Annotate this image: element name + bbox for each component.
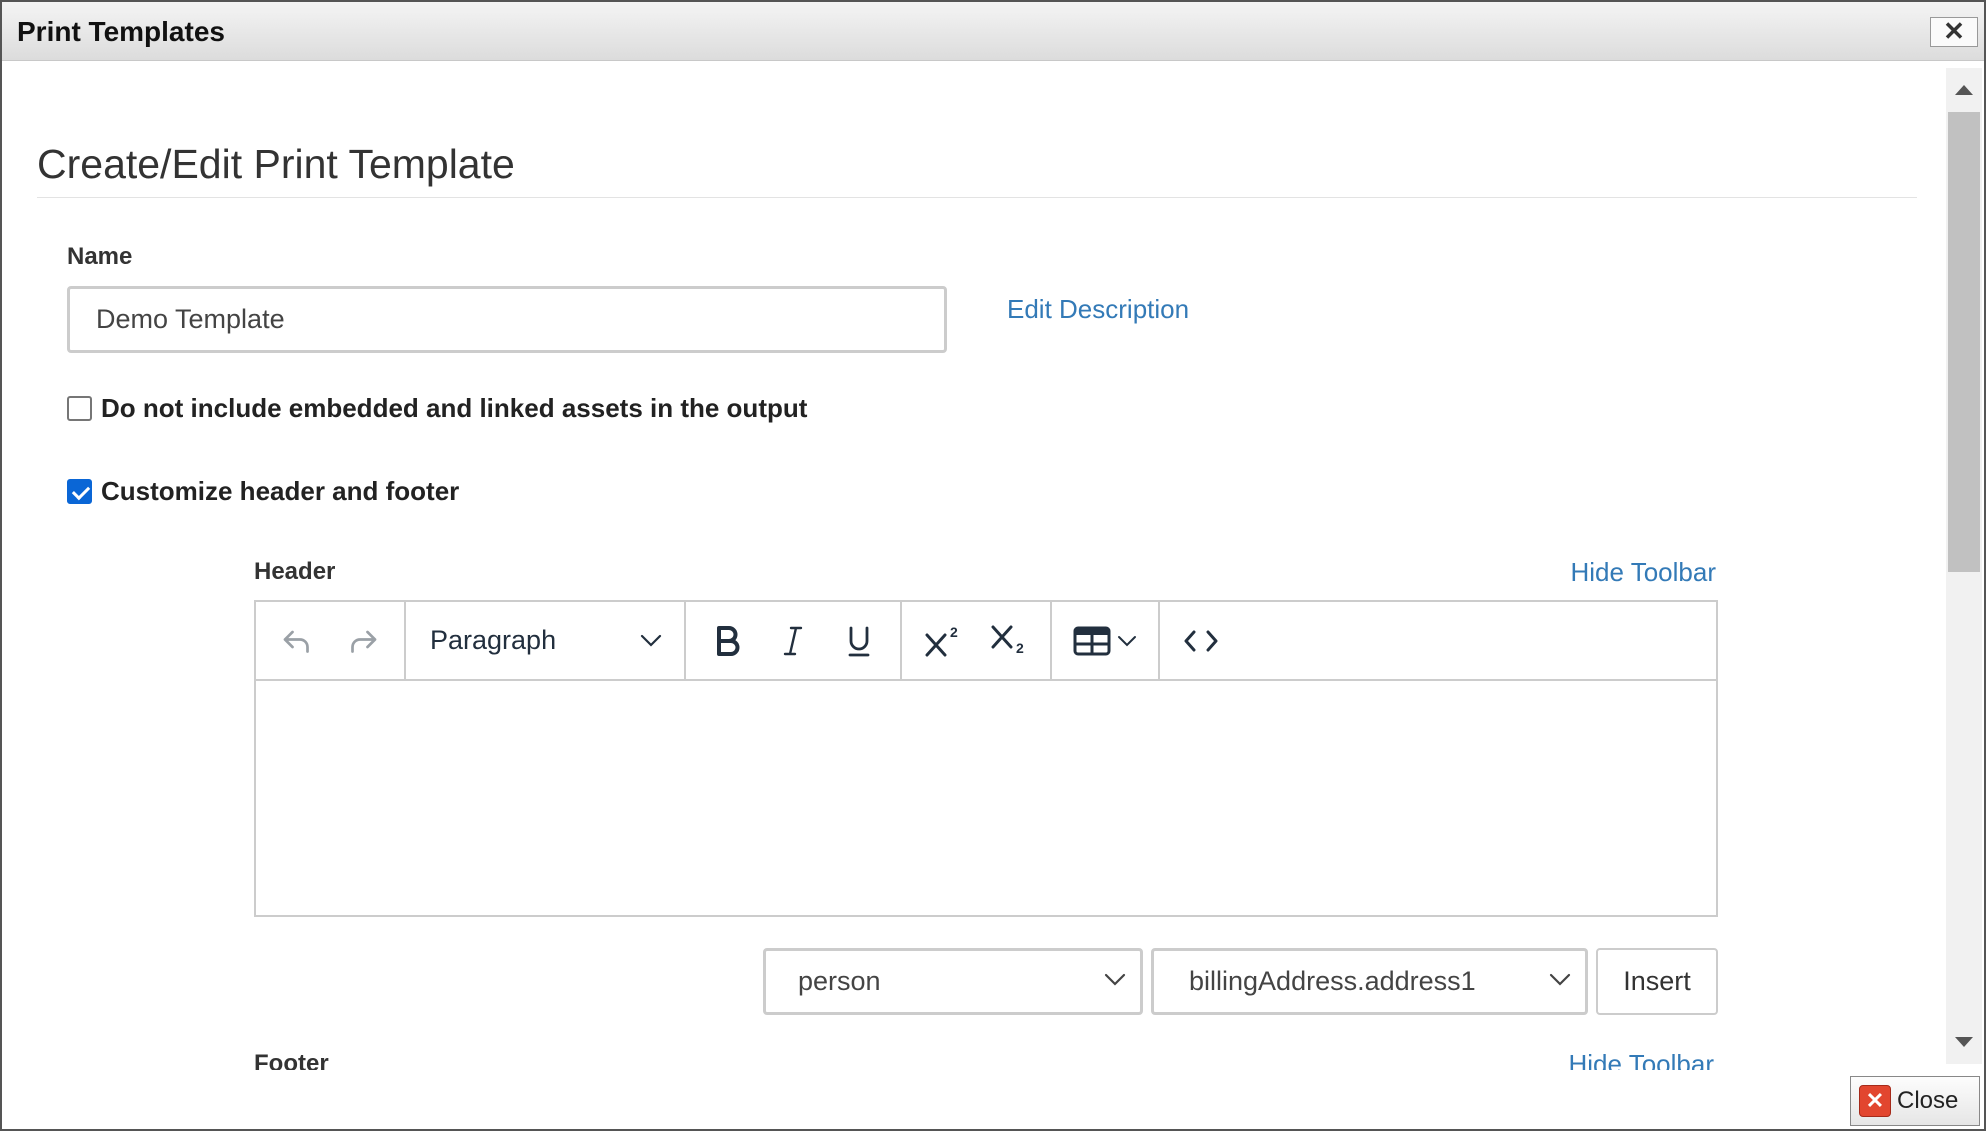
vertical-scrollbar[interactable] — [1946, 68, 1982, 1064]
insert-button[interactable]: Insert — [1596, 948, 1718, 1015]
scrollbar-thumb[interactable] — [1948, 112, 1980, 572]
field-select[interactable]: billingAddress.address1 — [1151, 948, 1588, 1015]
table-group — [1052, 602, 1160, 679]
page-title: Create/Edit Print Template — [37, 141, 515, 187]
name-input[interactable] — [67, 286, 947, 353]
source-code-icon[interactable] — [1168, 611, 1234, 671]
dialog-titlebar: Print Templates ✕ — [2, 2, 1984, 61]
footer-section-clip: Footer Hide Toolbar — [2, 1042, 1942, 1070]
header-section-label: Header — [254, 558, 336, 585]
text-style-group — [686, 602, 902, 679]
superscript-icon[interactable]: 2 — [910, 611, 976, 671]
dialog-title: Print Templates — [17, 16, 225, 47]
scroll-down-arrow-icon[interactable] — [1946, 1020, 1982, 1064]
code-group — [1160, 602, 1242, 679]
footer-section-label: Footer — [254, 1050, 329, 1070]
table-icon[interactable] — [1060, 611, 1150, 671]
close-button-label: Close — [1897, 1087, 1959, 1114]
exclude-assets-option[interactable]: Do not include embedded and linked asset… — [67, 393, 807, 424]
close-icon: ✕ — [1859, 1085, 1891, 1117]
chevron-down-icon — [1549, 973, 1571, 986]
object-select[interactable]: person — [763, 948, 1143, 1015]
block-format-value: Paragraph — [430, 625, 557, 655]
footer-hide-toolbar-link[interactable]: Hide Toolbar — [1568, 1049, 1714, 1070]
table-chevron-down-icon — [1118, 635, 1136, 646]
block-format-group: Paragraph — [406, 602, 686, 679]
svg-text:2: 2 — [950, 624, 958, 640]
chevron-down-icon — [1104, 973, 1126, 986]
name-label: Name — [67, 243, 133, 270]
close-button[interactable]: ✕ Close — [1850, 1076, 1980, 1126]
exclude-assets-checkbox[interactable] — [67, 396, 92, 421]
redo-icon[interactable] — [330, 611, 396, 671]
heading-divider — [37, 197, 1917, 198]
field-select-value: billingAddress.address1 — [1189, 966, 1476, 996]
underline-icon[interactable] — [826, 611, 892, 671]
edit-description-link[interactable]: Edit Description — [1007, 294, 1189, 325]
object-select-value: person — [798, 966, 881, 996]
scroll-up-arrow-icon[interactable] — [1946, 68, 1982, 112]
history-group — [256, 602, 406, 679]
subscript-icon[interactable]: 2 — [976, 611, 1042, 671]
customize-header-footer-checkbox[interactable] — [67, 479, 92, 504]
svg-text:2: 2 — [1016, 640, 1024, 656]
chevron-down-icon — [640, 634, 662, 647]
header-editor-toolbar: Paragraph 2 2 — [256, 602, 1716, 681]
print-templates-dialog: Print Templates ✕ Create/Edit Print Temp… — [0, 0, 1986, 1131]
exclude-assets-label: Do not include embedded and linked asset… — [101, 393, 808, 423]
bold-icon[interactable] — [694, 611, 760, 671]
header-rich-text-editor: Paragraph 2 2 — [254, 600, 1718, 917]
header-hide-toolbar-link[interactable]: Hide Toolbar — [1570, 557, 1716, 588]
customize-header-footer-label: Customize header and footer — [101, 476, 460, 506]
header-editor-content[interactable] — [256, 681, 1716, 915]
italic-icon[interactable] — [760, 611, 826, 671]
block-format-select[interactable]: Paragraph — [414, 611, 676, 671]
undo-icon[interactable] — [264, 611, 330, 671]
script-group: 2 2 — [902, 602, 1052, 679]
customize-header-footer-option[interactable]: Customize header and footer — [67, 476, 459, 507]
dialog-close-x-button[interactable]: ✕ — [1930, 17, 1978, 47]
